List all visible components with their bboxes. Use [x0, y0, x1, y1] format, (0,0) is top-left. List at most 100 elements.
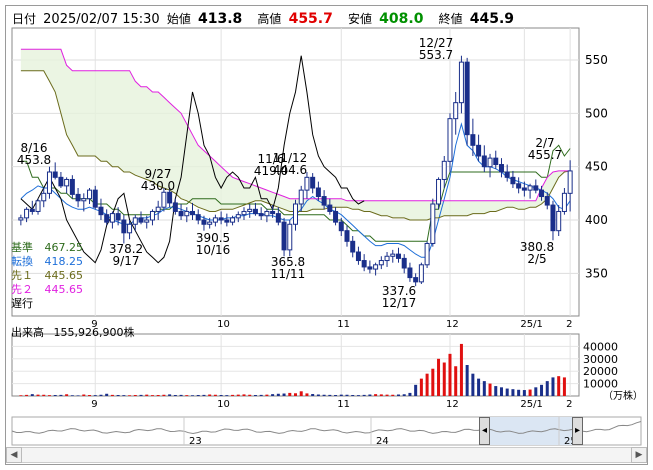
- annotation-line: 455.7: [527, 148, 563, 162]
- price-annotation: 12/27 553.7: [416, 37, 456, 61]
- candle-body: [167, 191, 173, 204]
- candle-body: [98, 206, 104, 216]
- price-chart[interactable]: 350 400 450 500 550 9 10 11 12 25/1 2 4000030000200…: [6, 6, 647, 464]
- legend-row: 基準 467.25: [11, 241, 83, 254]
- candle-body: [29, 208, 35, 212]
- volume-bar: [168, 394, 172, 396]
- volume-bar: [25, 394, 29, 396]
- volume-date-label: 9: [91, 399, 97, 410]
- legend-label: 先１: [11, 269, 33, 282]
- volume-bar: [459, 343, 463, 396]
- candle-body: [190, 210, 196, 216]
- date-tick-label: 11: [337, 319, 350, 330]
- volume-bar: [225, 395, 229, 396]
- volume-bar: [551, 377, 555, 396]
- candle-body: [458, 61, 464, 104]
- candle-body: [207, 221, 213, 225]
- volume-bar: [93, 395, 97, 396]
- volume-bar: [122, 395, 126, 396]
- navigator-scroll-left-button[interactable]: ◀: [6, 447, 22, 463]
- candle-body: [281, 221, 287, 251]
- volume-bar: [99, 394, 103, 396]
- candle-body: [138, 217, 144, 223]
- volume-bar: [437, 358, 441, 396]
- volume-bar: [47, 395, 51, 396]
- candle-body: [510, 176, 516, 185]
- volume-bar: [128, 395, 132, 396]
- volume-bar: [133, 395, 137, 396]
- volume-bar: [150, 395, 154, 396]
- price-tick-label: 400: [585, 213, 608, 227]
- candle-body: [201, 219, 207, 225]
- volume-bar: [271, 394, 275, 396]
- candle-body: [493, 157, 499, 166]
- volume-bar: [425, 373, 429, 396]
- volume-bar: [482, 381, 486, 396]
- volume-bar: [70, 395, 74, 396]
- candle-body: [487, 157, 493, 168]
- candle-body: [35, 200, 41, 212]
- volume-bar: [30, 394, 34, 396]
- candle-body: [58, 176, 64, 187]
- volume-bar: [116, 395, 120, 396]
- volume-bar: [316, 394, 320, 396]
- candle-body: [481, 155, 487, 168]
- candle-body: [75, 193, 81, 202]
- candle-body: [533, 185, 539, 191]
- candle-body: [241, 210, 247, 216]
- volume-bar: [374, 394, 378, 396]
- volume-bar: [334, 395, 338, 396]
- volume-bar: [242, 394, 246, 396]
- candle-body: [298, 189, 304, 205]
- navigator-scrollbar[interactable]: [22, 447, 631, 463]
- navigator-left-handle[interactable]: ◂: [479, 417, 490, 445]
- candle-body: [516, 183, 522, 189]
- volume-bar: [288, 392, 292, 396]
- price-tick-label: 500: [585, 106, 608, 120]
- annotation-line: 11/11: [270, 267, 306, 281]
- candle-body: [378, 260, 384, 266]
- candle-body: [235, 214, 241, 219]
- volume-date-label: 2: [566, 399, 572, 410]
- volume-bar: [208, 394, 212, 396]
- candle-body: [121, 219, 127, 234]
- candle-body: [64, 178, 70, 187]
- candle-body: [344, 230, 350, 242]
- legend-row: 転換 418.25: [11, 255, 83, 268]
- navigator-year-label: 23: [189, 436, 202, 447]
- navigator-scroll-right-button[interactable]: ▶: [631, 447, 647, 463]
- candle-body: [18, 217, 24, 221]
- volume-total: 155,926,900株: [53, 326, 135, 339]
- volume-bar: [391, 394, 395, 396]
- volume-bar: [253, 395, 257, 396]
- candle-body: [230, 217, 236, 223]
- candle-body: [172, 202, 178, 212]
- date-tick-label: 2: [566, 319, 572, 330]
- volume-bar: [65, 394, 69, 396]
- candle-body: [310, 176, 316, 189]
- volume-bar: [19, 395, 23, 396]
- navigator-year-label: 24: [376, 436, 389, 447]
- volume-bar: [442, 362, 446, 396]
- candle-body: [321, 196, 327, 206]
- navigator-right-handle[interactable]: ▸: [572, 417, 583, 445]
- volume-bar: [53, 395, 57, 396]
- candle-body: [178, 210, 184, 217]
- volume-bar: [202, 394, 206, 396]
- candle-body: [24, 208, 30, 219]
- volume-bar: [339, 394, 343, 396]
- candle-body: [92, 189, 98, 208]
- candle-body: [521, 187, 527, 191]
- price-annotation: 2/7 455.7: [525, 137, 565, 161]
- candle-body: [413, 277, 419, 283]
- volume-bar: [488, 383, 492, 396]
- volume-bar: [345, 394, 349, 396]
- volume-bar: [545, 381, 549, 396]
- candle-body: [69, 178, 75, 195]
- volume-bar: [299, 391, 303, 396]
- candle-body: [104, 214, 110, 223]
- volume-bar: [557, 376, 561, 396]
- candle-body: [304, 176, 310, 191]
- volume-bar: [213, 394, 217, 396]
- chart-frame: 日付 2025/02/07 15:30 始値 413.8 高値 455.7 安値…: [5, 5, 648, 465]
